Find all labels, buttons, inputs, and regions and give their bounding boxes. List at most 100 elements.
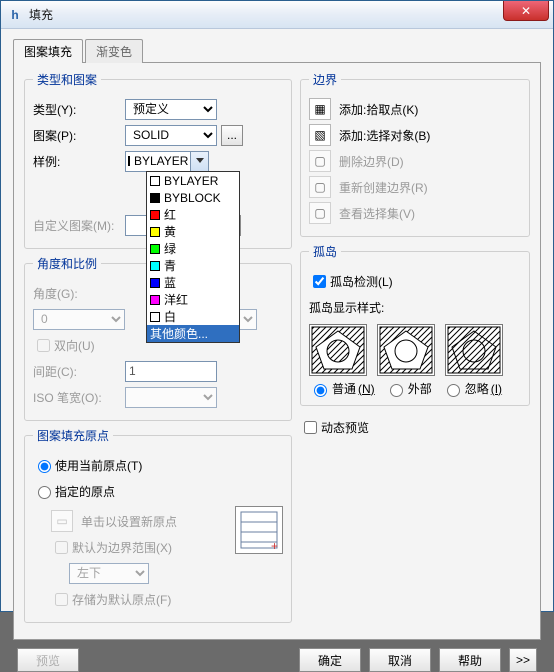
- island-style-outer-preview[interactable]: [377, 324, 435, 376]
- view-selection-icon: ▢: [309, 202, 331, 224]
- color-option-label: BYLAYER: [164, 174, 218, 188]
- dialog-window: h 填充 ✕ 图案填充 渐变色 类型和图案 类型(Y): 预定义 图案(P): …: [0, 0, 554, 612]
- label-click-set-origin: 单击以设置新原点: [81, 513, 177, 530]
- set-origin-icon: ▭: [51, 510, 73, 532]
- label-angle: 角度(G):: [33, 285, 125, 302]
- label-spacing: 间距(C):: [33, 363, 125, 380]
- input-spacing: [125, 361, 217, 382]
- label-double: 双向(U): [54, 337, 95, 354]
- color-option[interactable]: BYBLOCK: [147, 189, 239, 206]
- color-option[interactable]: 红: [147, 206, 239, 223]
- color-option-label: 黄: [164, 223, 176, 240]
- radio-island-outer[interactable]: 外部: [385, 380, 432, 397]
- add-pick-point[interactable]: 添加:拾取点(K): [339, 101, 418, 118]
- add-pick-point-icon[interactable]: ▦: [309, 98, 331, 120]
- ok-button[interactable]: 确定: [299, 648, 361, 672]
- recreate-boundary-icon: ▢: [309, 176, 331, 198]
- radio-specified-origin[interactable]: [38, 486, 51, 499]
- close-button[interactable]: ✕: [503, 1, 549, 21]
- label-dynamic-preview: 动态预览: [321, 419, 369, 436]
- color-option[interactable]: 蓝: [147, 274, 239, 291]
- add-select-object[interactable]: 添加:选择对象(B): [339, 127, 430, 144]
- checkbox-default-bounds: [55, 541, 68, 554]
- color-swatch-icon: [150, 312, 160, 322]
- color-swatch-icon: [150, 278, 160, 288]
- label-iso: ISO 笔宽(O):: [33, 389, 125, 406]
- swatch-dropdown-button[interactable]: [191, 151, 209, 172]
- color-option[interactable]: 青: [147, 257, 239, 274]
- legend-type-pattern: 类型和图案: [33, 71, 101, 88]
- select-angle: 0: [33, 309, 125, 330]
- checkbox-island-detect[interactable]: [313, 275, 326, 288]
- group-islands: 孤岛 孤岛检测(L) 孤岛显示样式:: [300, 243, 530, 406]
- app-icon: h: [7, 7, 23, 23]
- color-swatch-icon: [150, 261, 160, 271]
- expand-button[interactable]: >>: [509, 648, 537, 672]
- preview-button: 预览: [17, 648, 79, 672]
- color-option[interactable]: 黄: [147, 223, 239, 240]
- titlebar[interactable]: h 填充 ✕: [1, 1, 553, 29]
- island-style-ignore-preview[interactable]: [445, 324, 503, 376]
- legend-angle-scale: 角度和比例: [33, 255, 101, 272]
- label-swatch: 样例:: [33, 153, 125, 170]
- label-use-current-origin: 使用当前原点(T): [55, 457, 142, 474]
- checkbox-store-default: [55, 593, 68, 606]
- pattern-browse-button[interactable]: ...: [221, 125, 243, 146]
- tab-strip: 图案填充 渐变色: [13, 39, 541, 63]
- cancel-button[interactable]: 取消: [369, 648, 431, 672]
- color-option-label: 洋红: [164, 291, 188, 308]
- main-panel: 类型和图案 类型(Y): 预定义 图案(P): SOLID ... 样例:: [13, 62, 541, 640]
- legend-origin: 图案填充原点: [33, 427, 113, 444]
- svg-text:+: +: [271, 539, 278, 552]
- radio-use-current-origin[interactable]: [38, 460, 51, 473]
- help-button[interactable]: 帮助: [439, 648, 501, 672]
- label-specified-origin: 指定的原点: [55, 483, 115, 500]
- color-option[interactable]: 绿: [147, 240, 239, 257]
- color-option-label: 白: [164, 308, 176, 325]
- color-option-other[interactable]: 其他颜色...: [147, 325, 239, 342]
- chevron-down-icon: [196, 158, 204, 164]
- label-custom-pattern: 自定义图案(M):: [33, 217, 125, 234]
- legend-boundary: 边界: [309, 71, 341, 88]
- color-option-label: 青: [164, 257, 176, 274]
- checkbox-dynamic-preview[interactable]: [304, 421, 317, 434]
- swatch-color-icon: [128, 156, 130, 166]
- color-option[interactable]: 白: [147, 308, 239, 325]
- color-swatch-icon: [150, 210, 160, 220]
- select-corner: 左下: [69, 563, 149, 584]
- swatch-color-dropdown[interactable]: BYLAYER BYBLOCK红黄绿青蓝洋红白其他颜色...: [146, 171, 240, 343]
- group-boundary: 边界 ▦ 添加:拾取点(K) ▧ 添加:选择对象(B) ▢ 删除边界(D) ▢: [300, 71, 530, 237]
- button-bar: 预览 确定 取消 帮助 >>: [13, 640, 541, 672]
- select-pattern[interactable]: SOLID: [125, 125, 217, 146]
- color-swatch-icon: [150, 295, 160, 305]
- legend-islands: 孤岛: [309, 243, 341, 260]
- label-island-detect: 孤岛检测(L): [330, 273, 393, 290]
- color-option-label: BYBLOCK: [164, 191, 221, 205]
- label-pattern: 图案(P):: [33, 127, 125, 144]
- island-style-normal-preview[interactable]: [309, 324, 367, 376]
- tab-gradient[interactable]: 渐变色: [85, 39, 143, 63]
- swatch-display[interactable]: BYLAYER: [125, 151, 191, 172]
- group-origin: 图案填充原点 使用当前原点(T) 指定的原点 ▭ 单击以设置新原点: [24, 427, 292, 623]
- remove-boundary: 删除边界(D): [339, 153, 404, 170]
- tab-hatch[interactable]: 图案填充: [13, 39, 83, 63]
- color-swatch-icon: [150, 176, 160, 186]
- swatch-value: BYLAYER: [134, 154, 188, 168]
- label-type: 类型(Y):: [33, 101, 125, 118]
- view-selection: 查看选择集(V): [339, 205, 415, 222]
- select-type[interactable]: 预定义: [125, 99, 217, 120]
- color-swatch-icon: [150, 193, 160, 203]
- right-column: 边界 ▦ 添加:拾取点(K) ▧ 添加:选择对象(B) ▢ 删除边界(D) ▢: [300, 71, 530, 629]
- color-option[interactable]: BYLAYER: [147, 172, 239, 189]
- checkbox-double: [37, 339, 50, 352]
- label-default-bounds: 默认为边界范围(X): [72, 539, 172, 556]
- label-island-style: 孤岛显示样式:: [309, 299, 384, 316]
- radio-island-normal[interactable]: 普通(N): [309, 380, 375, 397]
- color-swatch-icon: [150, 244, 160, 254]
- add-select-object-icon[interactable]: ▧: [309, 124, 331, 146]
- remove-boundary-icon: ▢: [309, 150, 331, 172]
- radio-island-ignore[interactable]: 忽略(I): [442, 380, 502, 397]
- recreate-boundary: 重新创建边界(R): [339, 179, 428, 196]
- color-option[interactable]: 洋红: [147, 291, 239, 308]
- origin-preview: +: [235, 506, 283, 554]
